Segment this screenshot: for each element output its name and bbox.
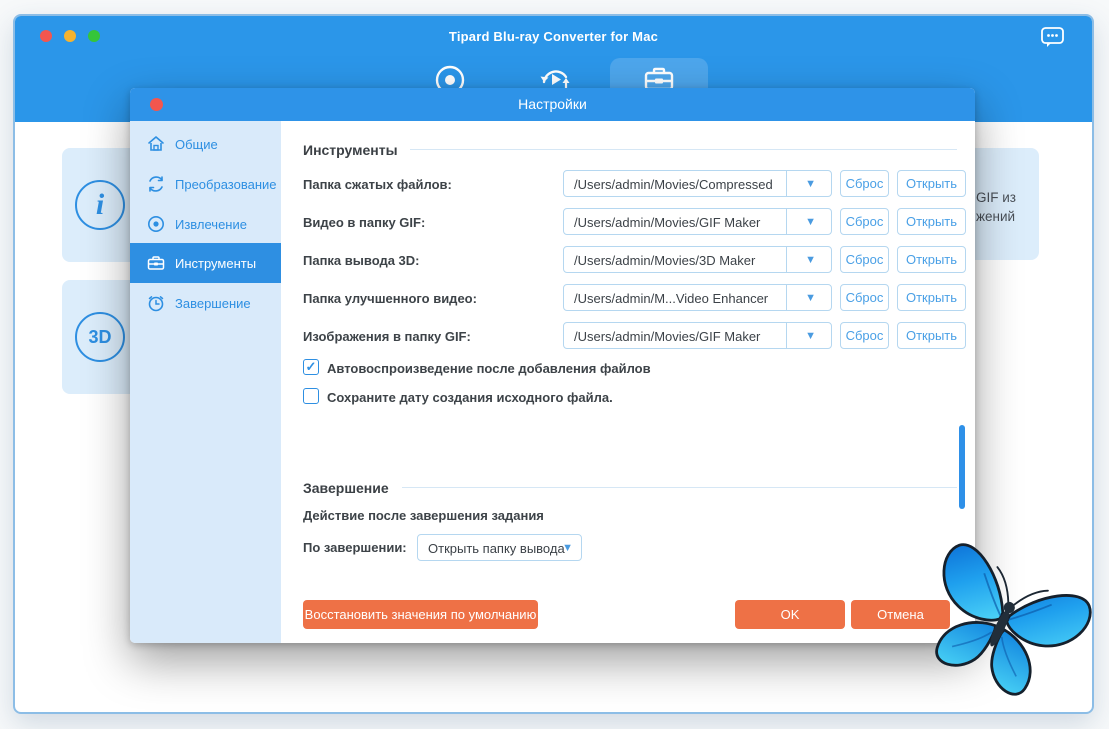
- field-label: Изображения в папку GIF:: [303, 329, 471, 344]
- ok-button[interactable]: OK: [735, 600, 845, 629]
- folder-path: /Users/admin/Movies/3D Maker: [574, 253, 756, 268]
- clock-icon: [148, 296, 164, 312]
- reset-button[interactable]: Сброс: [840, 246, 889, 273]
- settings-dialog: Настройки Общие Преобразование Извлечени…: [130, 88, 975, 643]
- dialog-sidebar: Общие Преобразование Извлечение Инструме…: [130, 121, 281, 643]
- 3d-folder-combo[interactable]: /Users/admin/Movies/3D Maker ▼: [563, 246, 832, 273]
- divider: [786, 209, 787, 234]
- gif-card-text: GIF из жений: [976, 188, 1016, 226]
- restore-defaults-button[interactable]: Восстановить значения по умолчанию: [303, 600, 538, 629]
- sidebar-item-tools[interactable]: Инструменты: [130, 243, 281, 283]
- open-button[interactable]: Открыть: [897, 208, 966, 235]
- gif-card-line1: GIF из: [976, 190, 1016, 205]
- dropdown-arrow-icon[interactable]: ▼: [805, 216, 816, 228]
- 3d-icon: 3D: [75, 312, 125, 362]
- message-bubble-icon: [1041, 27, 1064, 47]
- tools-section-heading: Инструменты: [303, 142, 398, 158]
- toolbox-icon: [147, 256, 165, 270]
- image-gif-folder-combo[interactable]: /Users/admin/Movies/GIF Maker ▼: [563, 322, 832, 349]
- divider: [786, 323, 787, 348]
- section-divider: [402, 487, 957, 488]
- dropdown-arrow-icon[interactable]: ▼: [805, 178, 816, 190]
- sidebar-item-label: Преобразование: [175, 176, 277, 192]
- cancel-button[interactable]: Отмена: [851, 600, 950, 629]
- section-divider: [410, 149, 957, 150]
- field-label: Папка вывода 3D:: [303, 253, 420, 268]
- field-label: Папка улучшенного видео:: [303, 291, 477, 306]
- gif-card-line2: жений: [976, 209, 1016, 224]
- sidebar-item-label: Инструменты: [175, 255, 257, 271]
- folder-path: /Users/admin/Movies/GIF Maker: [574, 215, 761, 230]
- open-button[interactable]: Открыть: [897, 284, 966, 311]
- dialog-titlebar: Настройки: [130, 88, 975, 121]
- screen: Tipard Blu-ray Converter for Mac i 3D GI…: [0, 0, 1109, 729]
- divider: [786, 171, 787, 196]
- on-finish-value: Открыть папку вывода: [428, 541, 565, 556]
- on-finish-select[interactable]: Открыть папку вывода ▼: [417, 534, 582, 561]
- reset-button[interactable]: Сброс: [840, 208, 889, 235]
- open-button[interactable]: Открыть: [897, 170, 966, 197]
- home-icon: [148, 136, 164, 151]
- folder-path: /Users/admin/Movies/GIF Maker: [574, 329, 761, 344]
- field-label: Видео в папку GIF:: [303, 215, 426, 230]
- sidebar-item-general[interactable]: Общие: [130, 124, 281, 164]
- divider: [786, 247, 787, 272]
- video-gif-folder-combo[interactable]: /Users/admin/Movies/GIF Maker ▼: [563, 208, 832, 235]
- divider: [786, 285, 787, 310]
- open-button[interactable]: Открыть: [897, 322, 966, 349]
- dialog-title: Настройки: [518, 96, 587, 112]
- info-icon: i: [75, 180, 125, 230]
- disc-dot-icon: [148, 216, 164, 232]
- dialog-scrollbar[interactable]: [959, 425, 965, 509]
- on-finish-label: По завершении:: [303, 540, 407, 555]
- sidebar-item-conversion[interactable]: Преобразование: [130, 164, 281, 204]
- folder-path: /Users/admin/M...Video Enhancer: [574, 291, 769, 306]
- reset-button[interactable]: Сброс: [840, 170, 889, 197]
- sidebar-item-label: Извлечение: [175, 216, 247, 232]
- field-label: Папка сжатых файлов:: [303, 177, 452, 192]
- folder-path: /Users/admin/Movies/Compressed: [574, 177, 773, 192]
- autoplay-checkbox[interactable]: ✓: [303, 359, 319, 375]
- autoplay-checkbox-label: Автовоспроизведение после добавления фай…: [327, 361, 651, 376]
- dropdown-arrow-icon[interactable]: ▼: [805, 330, 816, 342]
- compressed-folder-combo[interactable]: /Users/admin/Movies/Compressed ▼: [563, 170, 832, 197]
- dropdown-arrow-icon[interactable]: ▼: [805, 254, 816, 266]
- dropdown-arrow-icon: ▼: [562, 542, 573, 554]
- feedback-button[interactable]: [1040, 25, 1066, 49]
- keep-date-checkbox-label: Сохраните дату создания исходного файла.: [327, 390, 613, 405]
- reset-button[interactable]: Сброс: [840, 284, 889, 311]
- keep-date-checkbox[interactable]: [303, 388, 319, 404]
- app-title: Tipard Blu-ray Converter for Mac: [448, 29, 659, 44]
- reset-button[interactable]: Сброс: [840, 322, 889, 349]
- sidebar-item-label: Общие: [175, 136, 218, 152]
- sidebar-item-finish[interactable]: Завершение: [130, 283, 281, 323]
- enhancer-folder-combo[interactable]: /Users/admin/M...Video Enhancer ▼: [563, 284, 832, 311]
- sidebar-item-ripping[interactable]: Извлечение: [130, 204, 281, 244]
- finish-subheading: Действие после завершения задания: [303, 508, 544, 523]
- refresh-icon: [149, 176, 163, 192]
- dropdown-arrow-icon[interactable]: ▼: [805, 292, 816, 304]
- sidebar-item-label: Завершение: [175, 295, 251, 311]
- finish-section-heading: Завершение: [303, 480, 389, 496]
- open-button[interactable]: Открыть: [897, 246, 966, 273]
